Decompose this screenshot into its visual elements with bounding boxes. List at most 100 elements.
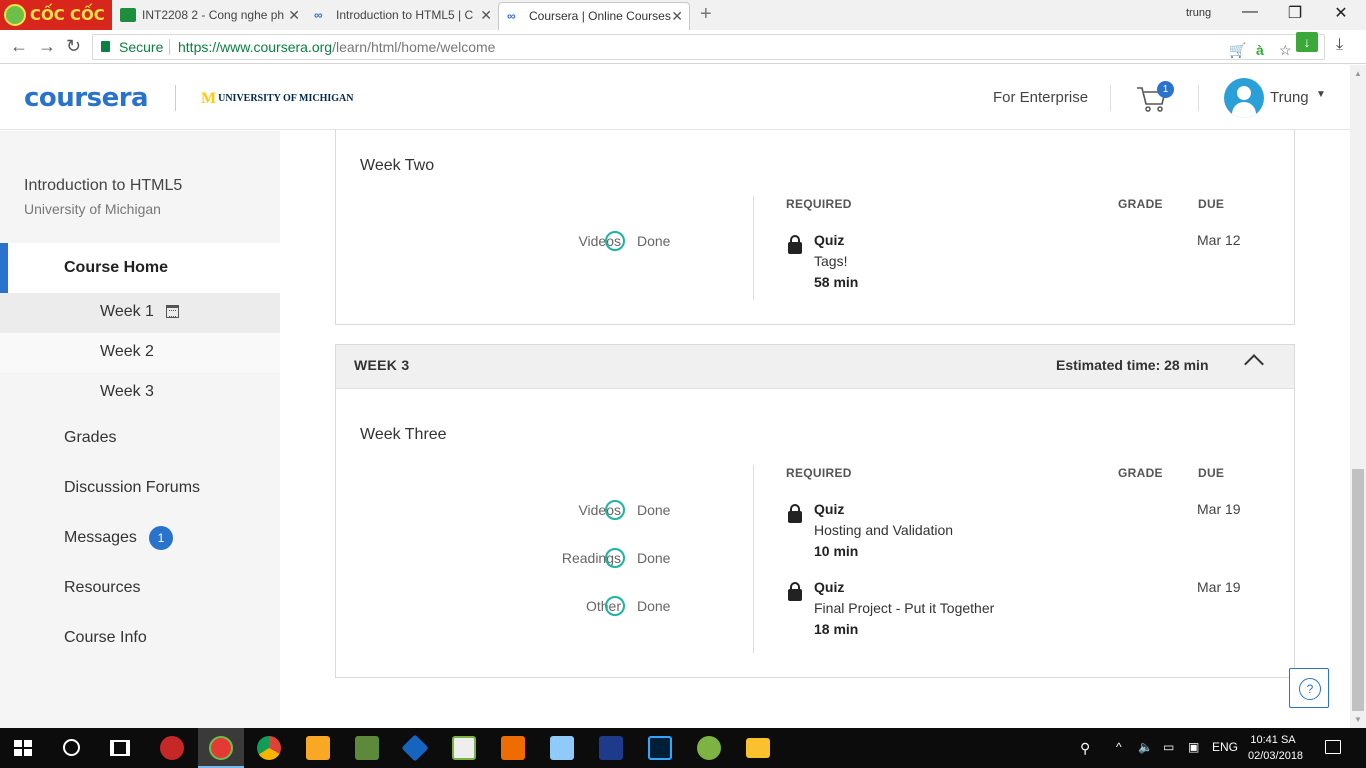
week-title: Week Three [360,426,447,443]
forward-arrow-icon[interactable]: → [38,36,56,57]
tab-close-icon[interactable]: ✕ [480,2,492,28]
dev-cpp-icon[interactable] [599,736,623,760]
game-app-icon[interactable] [160,736,184,760]
translate-extension-icon[interactable]: à [1256,38,1264,62]
sidebar-item-course-info[interactable]: Course Info [64,629,147,647]
sidebar-item-week-2[interactable]: Week 2 [0,333,280,373]
cortana-search-icon[interactable] [63,739,80,756]
minimize-icon[interactable]: — [1235,3,1265,21]
coccoc-browser-icon[interactable] [209,736,233,760]
system-clock[interactable]: 10:41 SA 02/03/2018 [1248,732,1304,764]
download-extension-icon[interactable]: ↓ [1296,32,1318,52]
clock-date: 02/03/2018 [1248,750,1304,762]
windows-start-icon[interactable] [14,740,32,756]
lock-icon [788,504,802,523]
battery-icon[interactable]: ▭ [1163,740,1174,754]
assignment-name[interactable]: Final Project - Put it Together [814,600,994,616]
messages-count-badge: 1 [149,526,173,550]
secure-lock-icon [101,41,110,52]
sublime-text-icon[interactable] [501,736,525,760]
file-explorer-icon[interactable] [746,738,770,758]
cube-app-icon[interactable] [550,736,574,760]
help-button[interactable]: ? [1289,668,1329,708]
photoshop-icon[interactable] [648,736,672,760]
sidebar-item-discussion-forums[interactable]: Discussion Forums [64,479,200,497]
chrome-icon[interactable] [257,736,281,760]
assignment-name[interactable]: Hosting and Validation [814,522,953,538]
help-question-icon: ? [1299,678,1321,700]
tab-close-icon[interactable]: ✕ [671,3,683,29]
avatar[interactable] [1224,78,1264,118]
assignment-item[interactable]: Quiz Hosting and Validation 10 min Mar 1… [786,501,1256,563]
sidebar-item-resources[interactable]: Resources [64,579,140,597]
virtualbox-icon[interactable] [401,734,429,762]
week-3-header[interactable]: WEEK 3 Estimated time: 28 min [336,345,1294,389]
header-divider [1198,85,1199,111]
volume-icon[interactable]: 🔈 [1138,740,1153,754]
browser-tab-spreadsheet[interactable]: INT2208 2 - Cong nghe ph ✕ [112,2,306,30]
url-path: /learn/html/home/welcome [332,39,496,55]
people-icon[interactable]: ⚲ [1080,740,1090,757]
page-scrollbar[interactable]: ▲ ▼ [1350,65,1366,728]
chevron-down-icon[interactable]: ▼ [1316,89,1326,100]
lock-icon [788,582,802,601]
scrollbar-thumb[interactable] [1352,469,1364,711]
notepad-plus-icon[interactable] [452,736,476,760]
tab-close-icon[interactable]: ✕ [288,2,300,28]
tab-title: INT2208 2 - Cong nghe ph [142,8,285,22]
sidebar-item-course-home[interactable]: Course Home [0,243,280,293]
assignment-duration: 10 min [814,543,859,559]
sidebar-item-grades[interactable]: Grades [64,429,116,447]
network-tool-icon[interactable] [355,736,379,760]
assignment-type: Quiz [814,232,845,248]
browser-tab-strip: CỐC CỐC INT2208 2 - Cong nghe ph ✕ ∞ Int… [0,0,1366,30]
column-header-grade: GRADE [1118,197,1163,211]
network-icon[interactable]: ▣ [1188,740,1199,754]
url-input[interactable]: Secure https://www.coursera.org/learn/ht… [92,34,1325,60]
action-center-icon[interactable] [1325,740,1341,754]
window-user-name[interactable]: trung [1186,7,1211,19]
scroll-up-icon[interactable]: ▲ [1354,69,1362,78]
scroll-down-icon[interactable]: ▼ [1354,715,1362,724]
week-2-card: Week Two Videos Done REQUIRED GRADE DUE … [335,130,1295,325]
sidebar-item-messages[interactable]: Messages [64,529,137,547]
column-header-grade: GRADE [1118,466,1163,480]
partner-name: UNIVERSITY OF MICHIGAN [218,93,354,104]
reload-icon[interactable]: ↻ [66,36,81,57]
sidebar-item-label: Week 2 [100,343,154,360]
coursera-icon: ∞ [507,9,516,23]
restore-icon[interactable]: ❐ [1280,3,1310,23]
partner-logo[interactable]: M UNIVERSITY OF MICHIGAN [201,90,354,108]
avatar-head [1237,86,1251,100]
tray-chevron-up-icon[interactable]: ^ [1116,740,1122,754]
user-name[interactable]: Trung [1270,89,1309,106]
shopping-cart-extension-icon[interactable]: 🛒 [1229,38,1246,62]
assignment-item[interactable]: Quiz Final Project - Put it Together 18 … [786,579,1256,641]
sidebar-item-week-1[interactable]: Week 1 [0,293,280,333]
back-arrow-icon[interactable]: ← [10,36,28,57]
for-enterprise-link[interactable]: For Enterprise [993,89,1088,106]
spreadsheet-icon [120,8,136,22]
progress-row-videos: Videos Done [336,499,753,523]
assignment-name[interactable]: Tags! [814,253,847,269]
new-tab-icon[interactable]: + [700,3,712,26]
chevron-up-icon[interactable] [1244,354,1264,374]
browser-tab-intro-html5[interactable]: ∞ Introduction to HTML5 | C ✕ [306,2,498,30]
coursera-logo[interactable]: coursera [24,83,149,113]
window-close-icon[interactable]: ✕ [1326,3,1356,23]
done-ring-icon [605,548,625,568]
coccoc-logo[interactable]: CỐC CỐC [0,0,112,30]
assignment-item[interactable]: Quiz Tags! 58 min Mar 12 [786,232,1256,294]
messenger-app-icon[interactable] [697,736,721,760]
coursera-header: coursera M UNIVERSITY OF MICHIGAN For Ent… [0,65,1350,130]
progress-row-readings: Readings Done [336,547,753,571]
bookmark-star-icon[interactable]: ☆ [1279,38,1292,62]
input-language[interactable]: ENG [1212,740,1238,754]
sidebar-item-week-3[interactable]: Week 3 [0,373,280,413]
browser-tab-coursera-active[interactable]: ∞ Coursera | Online Courses ✕ [498,2,690,30]
secure-label: Secure [119,39,164,55]
assignment-due-date: Mar 19 [1197,579,1241,595]
pdf-app-icon[interactable] [306,736,330,760]
task-view-icon[interactable] [110,740,130,756]
downloads-icon[interactable]: ⤓ [1336,36,1343,54]
